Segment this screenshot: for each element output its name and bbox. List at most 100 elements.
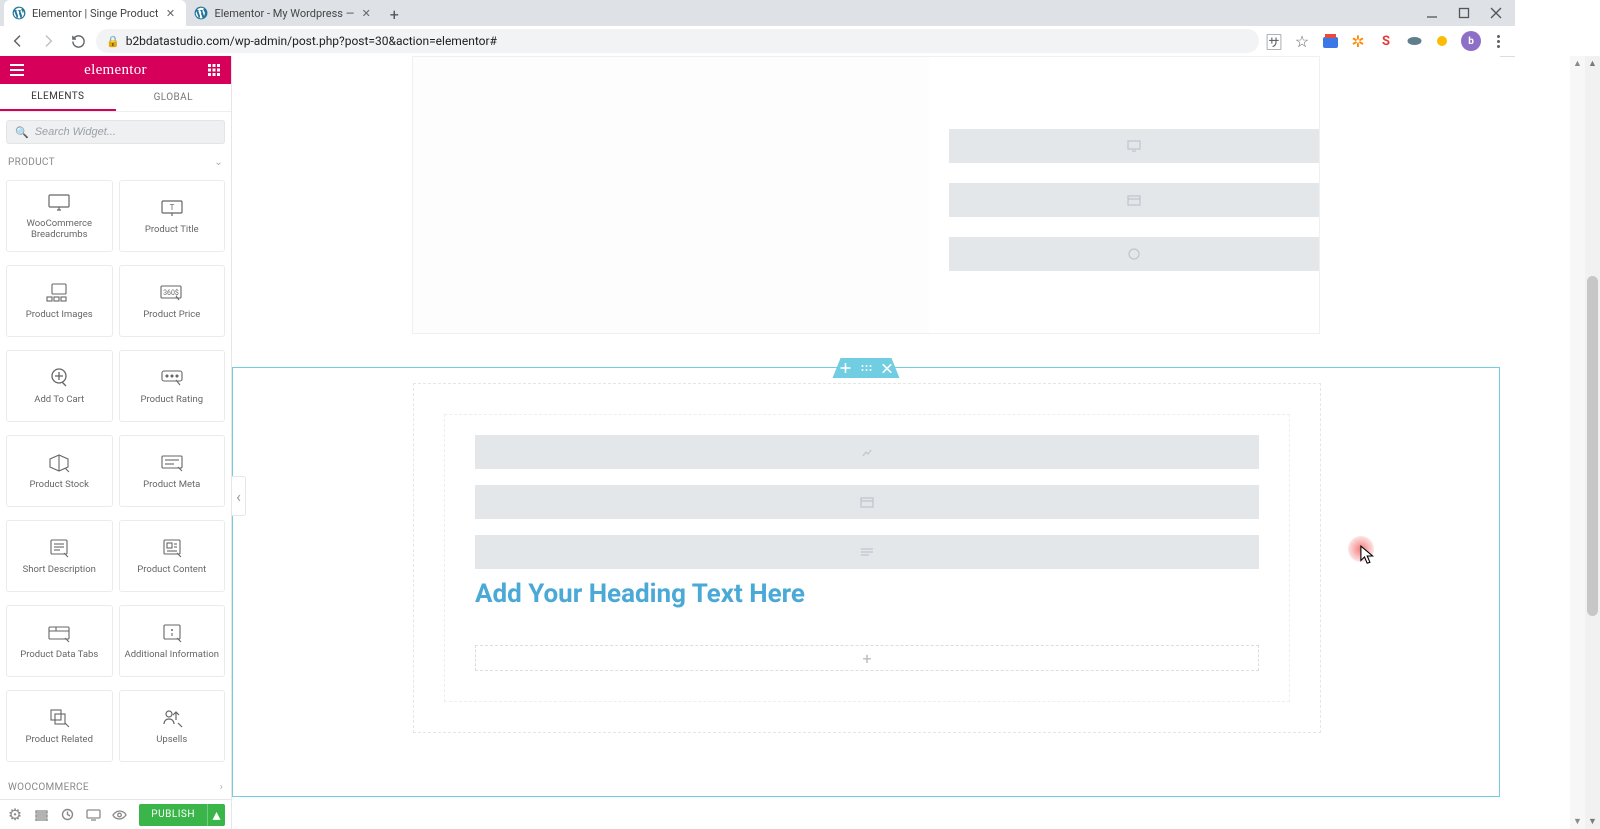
widget-label: Product Rating: [136, 395, 207, 406]
edit-section-icon[interactable]: [861, 364, 873, 372]
navigator-icon[interactable]: [32, 806, 50, 824]
widget-label: Additional Information: [121, 650, 224, 661]
search-widget[interactable]: 🔍: [6, 120, 225, 144]
upper-inner: [412, 56, 1320, 334]
widget-label: Product Title: [141, 225, 203, 236]
data-tabs-icon: [46, 622, 72, 644]
tab-elementor-my-wordpress[interactable]: Elementor - My Wordpress — ✕: [186, 0, 382, 26]
close-icon[interactable]: ✕: [164, 7, 176, 19]
delete-section-icon[interactable]: [883, 364, 892, 373]
widget-product-meta[interactable]: Product Meta: [119, 435, 226, 507]
widget-label: Product Images: [22, 310, 97, 321]
profile-avatar[interactable]: b: [1461, 31, 1481, 51]
canvas-scroll[interactable]: Add Your Heading Text Here +: [232, 56, 1500, 829]
widget-label: WooCommerce Breadcrumbs: [7, 219, 112, 241]
group-woocommerce[interactable]: WOOCOMMERCE ›: [0, 775, 231, 799]
widget-add-to-cart[interactable]: Add To Cart: [6, 350, 113, 422]
widget-label: Product Stock: [26, 480, 93, 491]
hamburger-icon[interactable]: [8, 61, 26, 79]
rating-icon: [159, 367, 185, 389]
add-widget-dropzone[interactable]: +: [475, 645, 1259, 671]
breadcrumbs-icon: [46, 191, 72, 213]
widget-upsells[interactable]: Upsells: [119, 690, 226, 762]
extension-icon[interactable]: [1433, 32, 1451, 50]
cart-plus-icon: [46, 367, 72, 389]
search-icon: 🔍: [15, 126, 29, 139]
forward-button[interactable]: [36, 29, 60, 53]
back-button[interactable]: [6, 29, 30, 53]
panel-collapse-handle[interactable]: ‹: [232, 476, 246, 516]
editing-column[interactable]: Add Your Heading Text Here +: [413, 383, 1321, 733]
widget-product-related[interactable]: Product Related: [6, 690, 113, 762]
tab-elementor-single-product[interactable]: Elementor | Singe Product ✕: [4, 0, 186, 26]
group-product[interactable]: PRODUCT ⌄: [0, 150, 231, 174]
publish-options-button[interactable]: ▴: [207, 804, 225, 826]
extension-icon[interactable]: S: [1377, 32, 1395, 50]
responsive-icon[interactable]: [84, 806, 102, 824]
widget-placeholder[interactable]: [949, 129, 1319, 163]
editing-inner-box: Add Your Heading Text Here +: [444, 414, 1290, 702]
widget-product-data-tabs[interactable]: Product Data Tabs: [6, 605, 113, 677]
settings-icon[interactable]: ⚙: [6, 806, 24, 824]
canvas-vertical-scrollbar[interactable]: ▲ ▼: [1570, 56, 1585, 829]
widget-product-images[interactable]: Product Images: [6, 265, 113, 337]
omnibox[interactable]: 🔒 b2bdatastudio.com/wp-admin/post.php?po…: [96, 29, 1259, 53]
upper-column-1[interactable]: [413, 57, 929, 333]
widget-short-description[interactable]: Short Description: [6, 520, 113, 592]
scroll-up-icon[interactable]: ▲: [1570, 56, 1585, 71]
apps-grid-icon[interactable]: [205, 61, 223, 79]
stock-icon: [46, 452, 72, 474]
cursor-icon: [1360, 545, 1378, 571]
extension-icon[interactable]: ✲: [1349, 32, 1367, 50]
widget-product-price[interactable]: 360$ Product Price: [119, 265, 226, 337]
widget-placeholder[interactable]: [949, 183, 1319, 217]
maximize-icon[interactable]: [1457, 6, 1471, 20]
section-upper[interactable]: [232, 56, 1500, 367]
widget-product-content[interactable]: Product Content: [119, 520, 226, 592]
widget-placeholder[interactable]: [475, 535, 1259, 569]
publish-button[interactable]: PUBLISH: [139, 804, 207, 826]
widget-label: Product Data Tabs: [16, 650, 102, 661]
panel-tabs: ELEMENTS GLOBAL: [0, 84, 231, 112]
scroll-down-icon[interactable]: ▼: [1570, 814, 1585, 829]
translate-icon[interactable]: 🈂: [1265, 32, 1283, 50]
tab-global[interactable]: GLOBAL: [116, 84, 232, 111]
upper-column-2[interactable]: [949, 57, 1319, 333]
reload-button[interactable]: [66, 29, 90, 53]
widget-placeholder[interactable]: [475, 435, 1259, 469]
section-editing[interactable]: Add Your Heading Text Here +: [232, 367, 1500, 797]
tab-elements[interactable]: ELEMENTS: [0, 84, 116, 111]
related-icon: [46, 707, 72, 729]
widget-additional-information[interactable]: Additional Information: [119, 605, 226, 677]
meta-icon: [159, 452, 185, 474]
vertical-scrollbar[interactable]: ▲ ▼: [1585, 56, 1600, 829]
scroll-down-icon[interactable]: ▼: [1585, 814, 1600, 829]
content-icon: [159, 537, 185, 559]
heading-widget[interactable]: Add Your Heading Text Here: [475, 579, 1259, 609]
widget-product-title[interactable]: T Product Title: [119, 180, 226, 252]
add-section-icon[interactable]: [841, 363, 851, 373]
url-text: b2bdatastudio.com/wp-admin/post.php?post…: [126, 34, 497, 48]
widget-product-stock[interactable]: Product Stock: [6, 435, 113, 507]
extension-icon[interactable]: [1321, 32, 1339, 50]
bookmark-star-icon[interactable]: ☆: [1293, 32, 1311, 50]
close-icon[interactable]: ✕: [360, 7, 372, 19]
widget-label: Upsells: [152, 735, 191, 746]
short-desc-icon: [46, 537, 72, 559]
svg-text:T: T: [169, 203, 174, 212]
widget-placeholder[interactable]: [475, 485, 1259, 519]
extension-icon[interactable]: [1405, 32, 1423, 50]
close-window-icon[interactable]: [1489, 6, 1503, 20]
group-label: WOOCOMMERCE: [8, 782, 89, 793]
widget-placeholder[interactable]: [949, 237, 1319, 271]
scrollbar-thumb[interactable]: [1587, 276, 1598, 616]
minimize-icon[interactable]: [1425, 6, 1439, 20]
widget-product-rating[interactable]: Product Rating: [119, 350, 226, 422]
search-input[interactable]: [35, 126, 216, 138]
new-tab-button[interactable]: +: [382, 2, 406, 26]
browser-menu-icon[interactable]: [1491, 35, 1505, 48]
scroll-up-icon[interactable]: ▲: [1585, 56, 1600, 71]
history-icon[interactable]: [58, 806, 76, 824]
widget-woocommerce-breadcrumbs[interactable]: WooCommerce Breadcrumbs: [6, 180, 113, 252]
preview-icon[interactable]: [110, 806, 128, 824]
